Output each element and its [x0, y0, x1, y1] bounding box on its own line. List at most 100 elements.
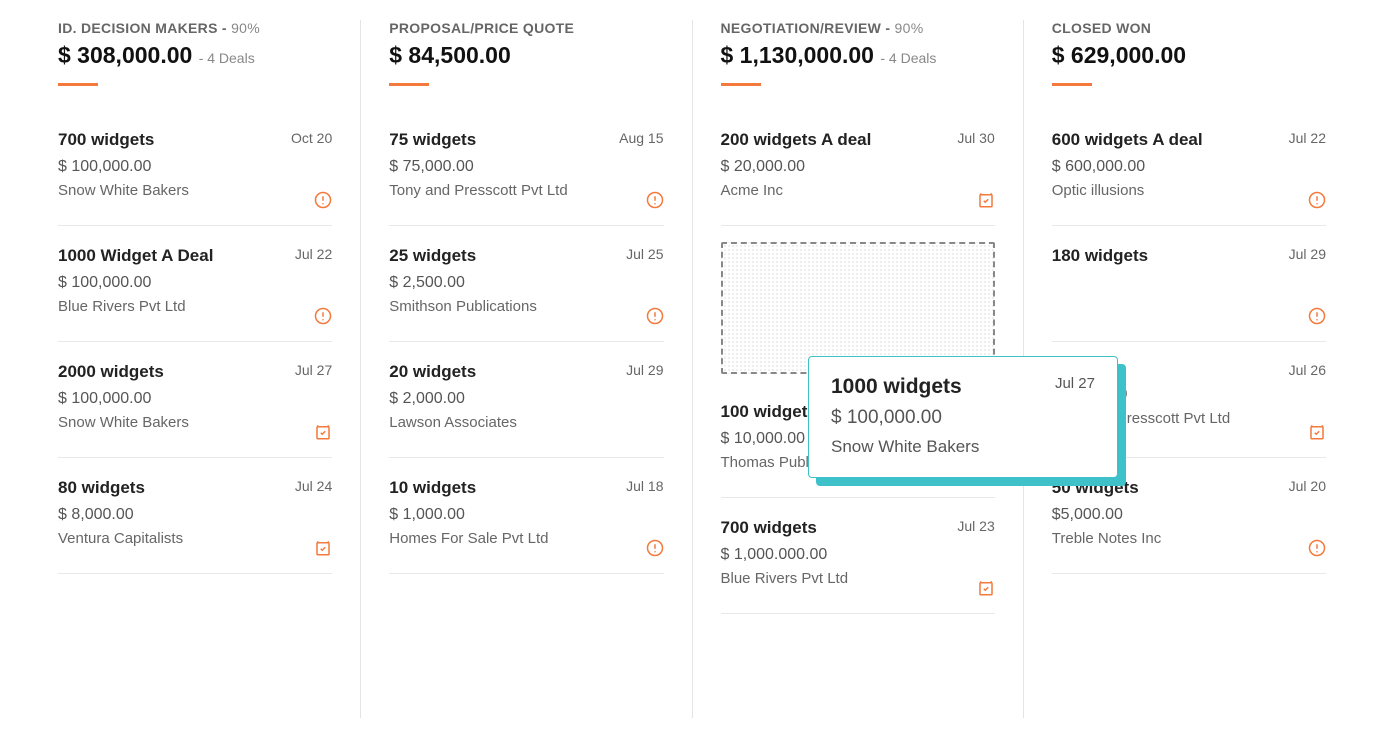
deal-company: Blue Rivers Pvt Ltd — [58, 298, 332, 315]
stage-title: NEGOTIATION/REVIEW - 90% — [721, 20, 995, 36]
deal-amount: $ 20,000.00 — [721, 158, 995, 176]
stage-deals: - 4 Deals — [880, 50, 936, 66]
deal-name: 200 widgets A deal — [721, 130, 872, 150]
alert-icon — [314, 307, 332, 325]
dragging-card-amount: $ 100,000.00 — [831, 407, 1095, 429]
stage-amount: $ 308,000.00 - 4 Deals — [58, 42, 332, 69]
deal-name: 180 widgets — [1052, 246, 1148, 266]
stage-underline — [721, 83, 761, 86]
stage-pct: 90% — [895, 20, 924, 36]
stage-pct: 90% — [231, 20, 260, 36]
deal-card[interactable]: 75 widgets Aug 15 $ 75,000.00 Tony and Pres… — [389, 110, 663, 226]
deal-date: Aug 15 — [619, 130, 663, 146]
deal-amount: $ 100,000.00 — [58, 158, 332, 176]
deal-company: Treble Notes Inc — [1052, 530, 1326, 547]
deal-date: Jul 22 — [1289, 130, 1326, 146]
stage-underline — [58, 83, 98, 86]
alert-icon — [314, 191, 332, 209]
dragging-card-company: Snow White Bakers — [831, 437, 1095, 457]
deal-date: Jul 27 — [295, 362, 332, 378]
deal-date: Oct 20 — [291, 130, 332, 146]
deal-company: Snow White Bakers — [58, 182, 332, 199]
deal-company: Lawson Associates — [389, 414, 663, 431]
deal-date: Jul 25 — [626, 246, 663, 262]
deal-name: 700 widgets — [58, 130, 154, 150]
deal-date: Jul 30 — [957, 130, 994, 146]
deal-company: Smithson Publications — [389, 298, 663, 315]
stage-underline — [1052, 83, 1092, 86]
stage-column[interactable]: PROPOSAL/PRICE QUOTE $ 84,500.00 75 widget… — [361, 20, 692, 718]
task-check-icon — [977, 191, 995, 209]
deal-card[interactable]: 180 widgets Jul 29 — [1052, 226, 1326, 342]
deal-card[interactable]: 20 widgets Jul 29 $ 2,000.00 Lawson Associa… — [389, 342, 663, 458]
deal-name: 20 widgets — [389, 362, 476, 382]
deal-company: Snow White Bakers — [58, 414, 332, 431]
dragging-card-name: 1000 widgets — [831, 375, 962, 399]
stage-header: NEGOTIATION/REVIEW - 90% $ 1,130,000.00 -… — [721, 20, 995, 86]
alert-icon — [1308, 191, 1326, 209]
deal-date: Jul 26 — [1289, 362, 1326, 378]
deal-amount: $ 100,000.00 — [58, 390, 332, 408]
deal-amount: $ 100,000.00 — [58, 274, 332, 292]
deal-amount: $ 1,000.00 — [389, 506, 663, 524]
deal-card[interactable]: 10 widgets Jul 18 $ 1,000.00 Homes For Sale… — [389, 458, 663, 574]
deal-card[interactable]: 2000 widgets Jul 27 $ 100,000.00 Snow White… — [58, 342, 332, 458]
stage-title: PROPOSAL/PRICE QUOTE — [389, 20, 663, 36]
stage-amount: $ 1,130,000.00 - 4 Deals — [721, 42, 995, 69]
task-check-icon — [314, 423, 332, 441]
stage-column[interactable]: ID. DECISION MAKERS - 90% $ 308,000.00 - … — [30, 20, 361, 718]
deal-amount: $ 8,000.00 — [58, 506, 332, 524]
deal-name: 600 widgets A deal — [1052, 130, 1203, 150]
dragging-card-date: Jul 27 — [1055, 375, 1095, 392]
deal-company: Tony and Presscott Pvt Ltd — [389, 182, 663, 199]
alert-icon — [1308, 307, 1326, 325]
deal-card[interactable]: 80 widgetsJul 24$ 8,000.00Ventura Capita… — [58, 458, 332, 574]
deal-card[interactable]: 600 widgets A deal Jul 22 $ 600,000.00 Opti… — [1052, 110, 1326, 226]
deal-card[interactable]: 700 widgetsJul 23$ 1,000.000.00Blue Rive… — [721, 498, 995, 614]
deal-card[interactable]: 25 widgets Jul 25 $ 2,500.00 Smithson Publi… — [389, 226, 663, 342]
deal-date: Jul 23 — [957, 518, 994, 534]
deal-name: 75 widgets — [389, 130, 476, 150]
alert-icon — [646, 539, 664, 557]
stage-header: CLOSED WON $ 629,000.00 — [1052, 20, 1326, 86]
deal-company: Ventura Capitalists — [58, 530, 332, 547]
deal-company: Acme Inc — [721, 182, 995, 199]
task-check-icon — [314, 539, 332, 557]
stage-title: CLOSED WON — [1052, 20, 1326, 36]
deal-amount: $ 75,000.00 — [389, 158, 663, 176]
deal-name: 10 widgets — [389, 478, 476, 498]
stage-amount: $ 629,000.00 — [1052, 42, 1326, 69]
deal-name: 25 widgets — [389, 246, 476, 266]
deal-name: 2000 widgets — [58, 362, 164, 382]
task-check-icon — [1308, 423, 1326, 441]
deal-amount: $ 600,000.00 — [1052, 158, 1326, 176]
alert-icon — [646, 307, 664, 325]
alert-icon — [646, 191, 664, 209]
deal-date: Jul 18 — [626, 478, 663, 494]
deal-date: Jul 29 — [626, 362, 663, 378]
kanban-board: ID. DECISION MAKERS - 90% $ 308,000.00 - … — [0, 0, 1384, 738]
deal-amount: $ 2,500.00 — [389, 274, 663, 292]
stage-amount: $ 84,500.00 — [389, 42, 663, 69]
deal-amount: $ 1,000.000.00 — [721, 546, 995, 564]
deal-date: Jul 22 — [295, 246, 332, 262]
deal-card[interactable]: 700 widgets Oct 20 $ 100,000.00 Snow White … — [58, 110, 332, 226]
deal-company: Blue Rivers Pvt Ltd — [721, 570, 995, 587]
deal-company: Homes For Sale Pvt Ltd — [389, 530, 663, 547]
deal-card[interactable]: 1000 Widget A DealJul 22$ 100,000.00Blue… — [58, 226, 332, 342]
task-check-icon — [977, 579, 995, 597]
deal-amount: $ 2,000.00 — [389, 390, 663, 408]
deal-card[interactable]: 200 widgets A deal Jul 30 $ 20,000.00 Acme … — [721, 110, 995, 226]
stage-underline — [389, 83, 429, 86]
stage-title: ID. DECISION MAKERS - 90% — [58, 20, 332, 36]
deal-company: Optic illusions — [1052, 182, 1326, 199]
drop-slot[interactable] — [721, 242, 995, 374]
dragging-card[interactable]: 1000 widgets Jul 27 $ 100,000.00 Snow Wh… — [808, 356, 1118, 478]
deal-date: Jul 20 — [1289, 478, 1326, 494]
deal-date: Jul 29 — [1289, 246, 1326, 262]
alert-icon — [1308, 539, 1326, 557]
stage-deals: - 4 Deals — [199, 50, 255, 66]
deal-name: 100 widgets — [721, 402, 817, 422]
stage-header: PROPOSAL/PRICE QUOTE $ 84,500.00 — [389, 20, 663, 86]
deal-date: Jul 24 — [295, 478, 332, 494]
